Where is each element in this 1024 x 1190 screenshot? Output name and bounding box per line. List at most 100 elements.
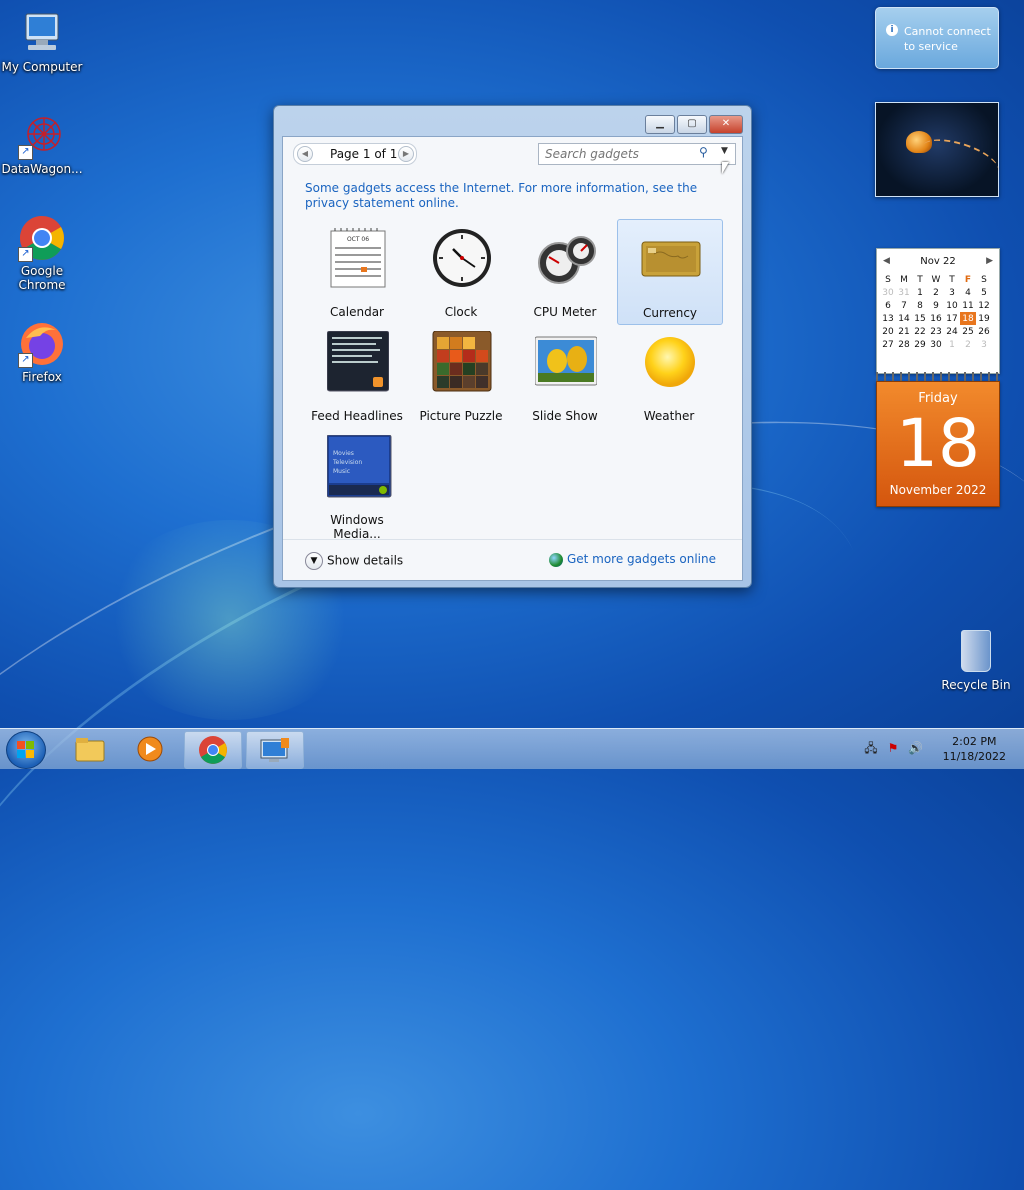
calendar-day[interactable]: 31 bbox=[896, 286, 912, 299]
next-month-button[interactable]: ▶ bbox=[986, 256, 993, 266]
calendar-day[interactable]: 24 bbox=[944, 325, 960, 338]
privacy-info-link[interactable]: Some gadgets access the Internet. For mo… bbox=[305, 181, 725, 211]
mouse-cursor-icon bbox=[722, 162, 729, 174]
previous-page-button[interactable]: ◀ bbox=[297, 146, 313, 162]
gadget-calendar[interactable]: OCT 06 Calendar bbox=[305, 219, 409, 323]
calendar-day[interactable]: 8 bbox=[912, 299, 928, 312]
desktop-icon-chrome[interactable]: ↗ Google Chrome bbox=[0, 214, 84, 292]
calendar-day[interactable]: 20 bbox=[880, 325, 896, 338]
gadget-label: Picture Puzzle bbox=[419, 409, 503, 423]
calendar-day[interactable]: 19 bbox=[976, 312, 992, 325]
info-icon: i bbox=[886, 24, 898, 36]
calendar-day[interactable]: 28 bbox=[896, 338, 912, 351]
page-indicator: Page 1 of 1 bbox=[330, 147, 398, 161]
calendar-day[interactable]: 2 bbox=[928, 286, 944, 299]
gallery-footer: ▼ Show details Get more gadgets online bbox=[283, 539, 742, 580]
calendar-day[interactable]: 10 bbox=[944, 299, 960, 312]
search-dropdown-icon[interactable]: ▼ bbox=[721, 146, 728, 156]
network-icon[interactable]: 🖧 bbox=[864, 741, 878, 755]
search-input[interactable] bbox=[543, 146, 697, 162]
calendar-day[interactable]: 27 bbox=[880, 338, 896, 351]
jellyfish-tentacles bbox=[917, 131, 1003, 187]
calendar-day[interactable]: 21 bbox=[896, 325, 912, 338]
gadget-gallery-window: ▁ ▢ ✕ ◀ Page 1 of 1 ▶ ⚲ ▼ Some gadgets a… bbox=[273, 105, 752, 588]
calendar-day[interactable]: 15 bbox=[912, 312, 928, 325]
calendar-day[interactable]: 30 bbox=[928, 338, 944, 351]
calendar-day[interactable]: 1 bbox=[944, 338, 960, 351]
calendar-day[interactable]: 2 bbox=[960, 338, 976, 351]
volume-icon[interactable]: 🔊 bbox=[908, 741, 923, 755]
calendar-day[interactable]: 3 bbox=[976, 338, 992, 351]
calendar-day[interactable]: 25 bbox=[960, 325, 976, 338]
desktop-icon-firefox[interactable]: ↗ Firefox bbox=[0, 320, 84, 384]
calendar-day[interactable]: 13 bbox=[880, 312, 896, 325]
calendar-day[interactable]: 9 bbox=[928, 299, 944, 312]
taskbar-chrome-button[interactable] bbox=[184, 731, 242, 769]
calendar-day[interactable]: 4 bbox=[960, 286, 976, 299]
picture-puzzle-gadget-icon bbox=[431, 330, 493, 393]
next-page-button[interactable]: ▶ bbox=[398, 146, 414, 162]
clock-date: 11/18/2022 bbox=[942, 750, 1006, 763]
calendar-day-view: Friday 18 November 2022 bbox=[876, 381, 1000, 507]
shortcut-arrow-icon: ↗ bbox=[18, 247, 33, 262]
notification-text: Cannot connect to service bbox=[904, 25, 991, 53]
gadget-currency[interactable]: Currency bbox=[617, 219, 723, 325]
desktop-icon-recycle-bin[interactable]: Recycle Bin bbox=[940, 630, 1012, 692]
calendar-day[interactable]: 29 bbox=[912, 338, 928, 351]
calendar-day[interactable]: 14 bbox=[896, 312, 912, 325]
desktop-icon-label: DataWagon... bbox=[1, 162, 83, 176]
media-player-icon bbox=[137, 736, 163, 762]
show-details-button[interactable]: ▼ Show details bbox=[305, 552, 403, 570]
calendar-day[interactable]: 6 bbox=[880, 299, 896, 312]
close-button[interactable]: ✕ bbox=[709, 115, 743, 134]
page-navigator: ◀ Page 1 of 1 ▶ bbox=[293, 143, 417, 165]
calendar-day[interactable]: 5 bbox=[976, 286, 992, 299]
gadget-slide-show[interactable]: Slide Show bbox=[513, 323, 617, 427]
action-center-flag-icon[interactable]: ⚑ bbox=[886, 741, 900, 755]
taskbar-clock[interactable]: 2:02 PM 11/18/2022 bbox=[943, 734, 1006, 764]
calendar-day-today[interactable]: 18 bbox=[960, 312, 976, 325]
taskbar-gadgets-button[interactable] bbox=[246, 731, 304, 769]
gadget-clock[interactable]: Clock bbox=[409, 219, 513, 323]
service-notification-gadget[interactable]: i Cannot connect to service bbox=[875, 7, 999, 69]
show-details-label: Show details bbox=[327, 553, 404, 568]
calendar-day[interactable]: 3 bbox=[944, 286, 960, 299]
gadget-picture-puzzle[interactable]: Picture Puzzle bbox=[409, 323, 513, 427]
calendar-month-view: ◀ Nov 22 ▶ S M T W T F S 30 31 1 2 3 4 5 bbox=[876, 248, 1000, 374]
calendar-month-label: Nov 22 bbox=[920, 256, 956, 267]
desktop-icon-my-computer[interactable]: My Computer bbox=[0, 10, 84, 74]
globe-icon bbox=[548, 552, 563, 567]
get-more-gadgets-link[interactable]: Get more gadgets online bbox=[548, 552, 716, 567]
gadget-cpu-meter[interactable]: CPU Meter bbox=[513, 219, 617, 323]
calendar-day[interactable]: 22 bbox=[912, 325, 928, 338]
shortcut-arrow-icon: ↗ bbox=[18, 145, 33, 160]
calendar-day[interactable]: 11 bbox=[960, 299, 976, 312]
gadget-weather[interactable]: Weather bbox=[617, 323, 721, 427]
desktop-icon-datawagon[interactable]: ↗ DataWagon... bbox=[0, 112, 84, 176]
calendar-day[interactable]: 30 bbox=[880, 286, 896, 299]
chevron-down-icon: ▼ bbox=[305, 552, 323, 570]
taskbar-media-player-button[interactable] bbox=[122, 731, 178, 767]
gadget-windows-media[interactable]: Movies Television Music Windows Media... bbox=[305, 427, 409, 541]
weekday-header: F bbox=[964, 274, 972, 285]
start-button[interactable] bbox=[6, 731, 46, 769]
taskbar-explorer-button[interactable] bbox=[62, 731, 118, 767]
calendar-day[interactable]: 16 bbox=[928, 312, 944, 325]
search-icon[interactable]: ⚲ bbox=[699, 145, 708, 159]
desktop-icon-label: Google Chrome bbox=[18, 264, 66, 292]
calendar-gadget[interactable]: ◀ Nov 22 ▶ S M T W T F S 30 31 1 2 3 4 5 bbox=[876, 248, 1000, 507]
calendar-day[interactable]: 7 bbox=[896, 299, 912, 312]
gadget-feed-headlines[interactable]: Feed Headlines bbox=[305, 323, 409, 427]
calendar-day[interactable]: 12 bbox=[976, 299, 992, 312]
calendar-day[interactable]: 26 bbox=[976, 325, 992, 338]
calendar-day[interactable]: 17 bbox=[944, 312, 960, 325]
slide-show-gadget[interactable] bbox=[875, 102, 1003, 197]
gadget-label: Feed Headlines bbox=[311, 409, 403, 423]
calendar-day[interactable]: 1 bbox=[912, 286, 928, 299]
cpu-meter-gadget-icon bbox=[535, 227, 597, 289]
gadgets-icon bbox=[260, 738, 289, 762]
calendar-day[interactable]: 23 bbox=[928, 325, 944, 338]
maximize-button[interactable]: ▢ bbox=[677, 115, 707, 134]
minimize-button[interactable]: ▁ bbox=[645, 115, 675, 134]
media-art-item: Television bbox=[332, 459, 362, 466]
